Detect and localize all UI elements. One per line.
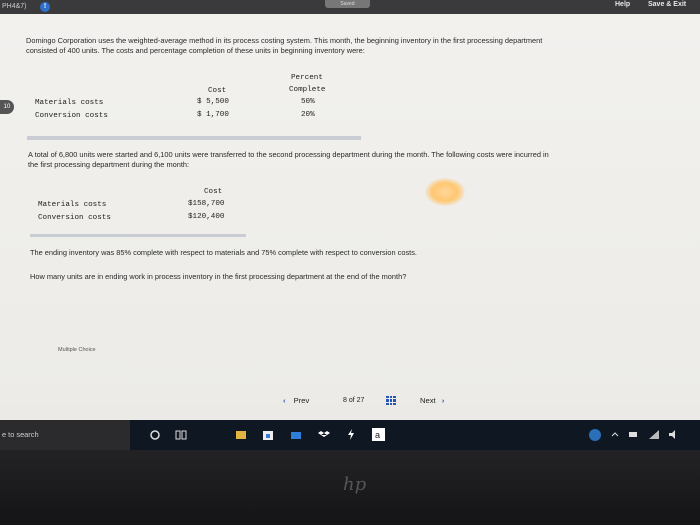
- middle-line-2: the first processing department during t…: [28, 160, 190, 169]
- table1-row-label: Conversion costs: [35, 112, 108, 120]
- prev-button[interactable]: ‹ Prev: [283, 396, 309, 405]
- app-bolt-icon[interactable]: [346, 428, 356, 441]
- table2-row-cost: $158,700: [188, 200, 225, 208]
- cortana-icon[interactable]: [150, 428, 160, 441]
- saved-indicator: Saved: [325, 0, 370, 8]
- table1-bottom-rule: [27, 136, 361, 140]
- intro-line-1: Domingo Corporation uses the weighted-av…: [26, 36, 543, 45]
- table1-row-cost: $ 1,700: [197, 111, 229, 119]
- file-explorer-icon[interactable]: [235, 428, 247, 441]
- store-icon[interactable]: [262, 428, 274, 441]
- question-middle: A total of 6,800 units were started and …: [28, 150, 678, 170]
- help-button[interactable]: Help: [615, 0, 630, 10]
- screen: PH4&7) ! Saved Help Save & Exit 10 Domin…: [0, 0, 700, 420]
- mail-icon[interactable]: [290, 428, 302, 441]
- table1-row-label: Materials costs: [35, 99, 104, 107]
- next-label: Next: [420, 396, 436, 405]
- page-of: of 27: [348, 397, 365, 404]
- table2-bottom-rule: [30, 234, 246, 237]
- intro-line-2: consisted of 400 units. The costs and pe…: [26, 46, 365, 55]
- table1-header-complete: Complete: [289, 86, 326, 94]
- table2-row-label: Materials costs: [38, 201, 107, 209]
- amazon-icon[interactable]: a: [372, 428, 385, 441]
- page-current: 8: [343, 397, 347, 404]
- battery-icon[interactable]: [628, 428, 638, 441]
- light-glare: [425, 178, 465, 206]
- table2-row-label: Conversion costs: [38, 214, 111, 222]
- question-ask-text: How many units are in ending work in pro…: [30, 272, 407, 281]
- taskbar-search-box[interactable]: e to search: [0, 420, 130, 450]
- table2-row-cost: $120,400: [188, 213, 225, 221]
- next-chevron-icon: ›: [441, 396, 445, 405]
- prev-label: Prev: [293, 396, 310, 405]
- dropbox-icon[interactable]: [318, 428, 330, 441]
- top-bar: PH4&7) ! Saved Help Save & Exit: [0, 0, 700, 14]
- table1-header-percent: Percent: [291, 74, 323, 82]
- prev-chevron-icon: ‹: [283, 396, 286, 405]
- question-number-badge[interactable]: 10: [0, 100, 14, 114]
- table1-row-cost: $ 5,500: [197, 98, 229, 106]
- table1-row-percent: 50%: [301, 98, 315, 106]
- costs-incurred-table: Cost Materials costs $158,700 Conversion…: [30, 186, 246, 238]
- people-icon[interactable]: [588, 428, 602, 441]
- multiple-choice-label: Multiple Choice: [58, 347, 96, 353]
- svg-text:a: a: [375, 430, 380, 440]
- question-page: 10 Domingo Corporation uses the weighted…: [0, 14, 700, 405]
- save-exit-button[interactable]: Save & Exit: [648, 0, 686, 10]
- question-intro: Domingo Corporation uses the weighted-av…: [26, 36, 686, 56]
- table1-row-percent: 20%: [301, 111, 315, 119]
- info-icon[interactable]: !: [40, 2, 50, 12]
- next-button[interactable]: Next ›: [420, 396, 444, 405]
- ending-inventory-text: The ending inventory was 85% complete wi…: [30, 248, 417, 257]
- show-hidden-icons-icon[interactable]: [610, 428, 620, 441]
- network-icon[interactable]: [648, 428, 660, 441]
- table1-header-cost: Cost: [208, 87, 227, 95]
- middle-line-1: A total of 6,800 units were started and …: [28, 150, 549, 159]
- task-view-icon[interactable]: [175, 428, 187, 441]
- question-grid-icon[interactable]: [386, 396, 396, 405]
- volume-icon[interactable]: [668, 428, 682, 441]
- page-indicator[interactable]: 8 of 27: [343, 397, 364, 404]
- windows-taskbar: e to search a: [0, 420, 700, 450]
- hp-logo: hp: [343, 474, 367, 495]
- table2-header-cost: Cost: [204, 188, 223, 196]
- beginning-inventory-table: Percent Cost Complete Materials costs $ …: [27, 72, 361, 140]
